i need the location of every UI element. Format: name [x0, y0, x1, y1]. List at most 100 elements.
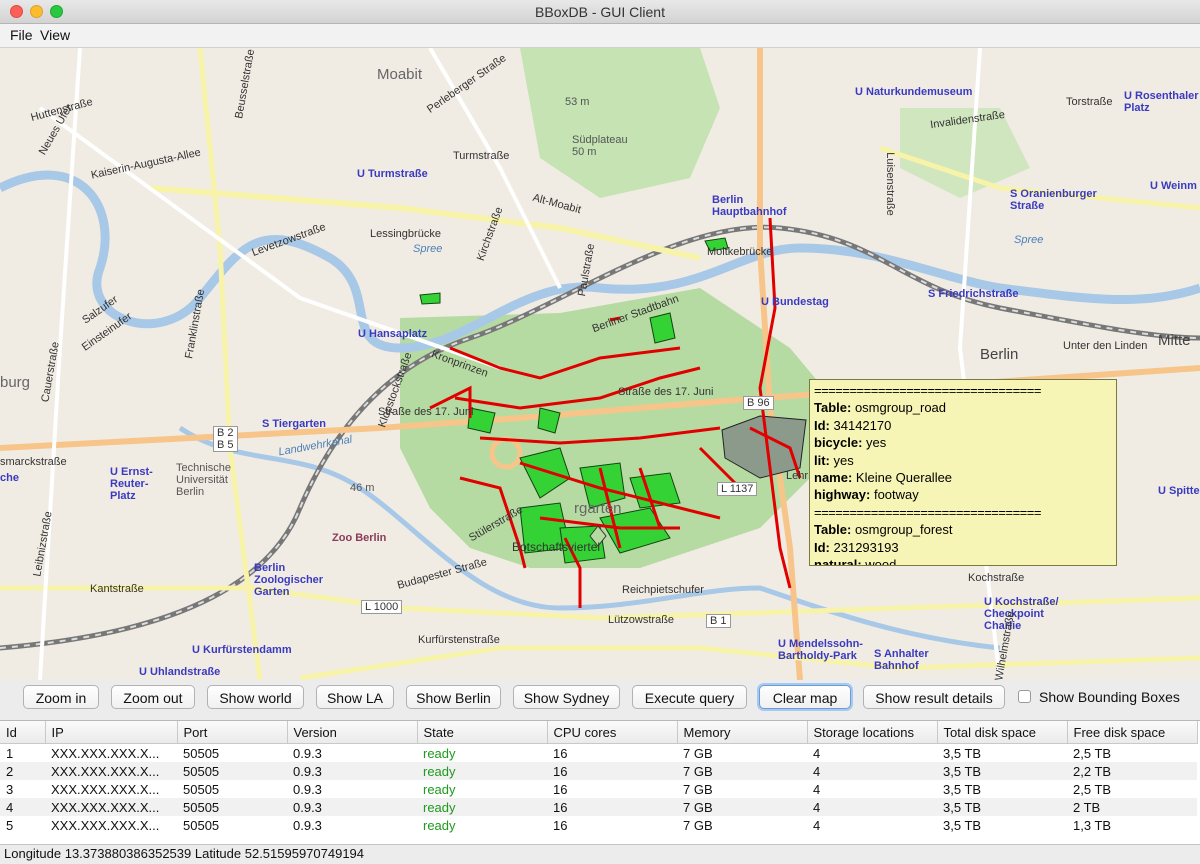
label-turmstrasse-station: U Turmstraße — [357, 168, 428, 180]
cell-id: 5 — [6, 817, 14, 833]
cell-port: 50505 — [177, 762, 287, 780]
cell-cpu-cores: 16 — [547, 798, 677, 816]
table-row[interactable]: 3 XXX.XXX.XXX.X... 50505 0.9.3 ready 16 … — [0, 780, 1197, 798]
cell-total-disk-space: 3,5 TB — [937, 762, 1067, 780]
zoom-in-button[interactable]: Zoom in — [23, 685, 99, 709]
cell-memory: 7 GB — [683, 817, 713, 833]
label-mitte: Mitte — [1158, 332, 1191, 349]
label-zoologischer-garten: Berlin Zoologischer Garten — [254, 562, 324, 598]
table-row[interactable]: 4 XXX.XXX.XXX.X... 50505 0.9.3 ready 16 … — [0, 798, 1197, 816]
label-rosenthaler: U Rosenthaler Platz — [1124, 90, 1199, 114]
cell-version: 0.9.3 — [287, 762, 417, 780]
column-header-storage-locations[interactable]: Storage locations — [807, 721, 938, 744]
cell-port: 50505 — [183, 817, 220, 833]
cell-storage-locations: 4 — [807, 798, 937, 816]
column-header-memory[interactable]: Memory — [677, 721, 808, 744]
cell-storage-locations: 4 — [813, 781, 821, 797]
label-uhlandstrasse: U Uhlandstraße — [139, 666, 221, 678]
show-world-button[interactable]: Show world — [207, 685, 304, 709]
label-luisenstrasse: Luisenstraße — [883, 152, 896, 216]
label-berlin: Berlin — [980, 346, 1019, 363]
cell-id: 1 — [6, 745, 14, 761]
column-header-state[interactable]: State — [417, 721, 548, 744]
menu-view[interactable]: View — [40, 27, 70, 43]
label-bundestag: U Bundestag — [761, 296, 829, 308]
label-moltkebruecke: Moltkebrücke — [707, 246, 773, 258]
show-bounding-boxes-checkbox[interactable] — [1018, 690, 1031, 703]
cell-state: ready — [417, 762, 547, 780]
tooltip-entry-1-bicycle: bicycle: yes — [814, 435, 887, 451]
query-result-tooltip: ================================ Table: … — [809, 379, 1117, 566]
label-b1: B 1 — [706, 614, 731, 628]
server-table-grid: Id IP Port Version State CPU cores Memor… — [0, 721, 1198, 834]
label-naturkundemuseum: U Naturkundemuseum — [855, 86, 973, 98]
cell-cpu-cores: 16 — [553, 817, 568, 833]
table-row[interactable]: 5 XXX.XXX.XXX.X... 50505 0.9.3 ready 16 … — [0, 816, 1197, 834]
column-header-version[interactable]: Version — [287, 721, 418, 744]
label-spree-east: Spree — [1014, 234, 1044, 246]
cell-ip: XXX.XXX.XXX.X... — [51, 781, 160, 797]
label-lessingbruecke: Lessingbrücke — [370, 228, 441, 240]
cell-storage-locations: 4 — [807, 762, 937, 780]
cell-memory: 7 GB — [683, 745, 713, 761]
cell-ip: XXX.XXX.XXX.X... — [45, 798, 177, 816]
tooltip-entry-2-table: Table: osmgroup_forest — [814, 522, 953, 538]
tooltip-entry-1-highway: highway: footway — [814, 487, 919, 503]
map-view[interactable]: Moabit U Naturkundemuseum U Rosenthaler … — [0, 48, 1200, 680]
cell-free-disk-space: 2,5 TB — [1073, 781, 1112, 797]
label-luetzowstrasse: Lützowstraße — [608, 614, 675, 626]
label-kochstrasse: U Kochstraße/ Checkpoint Charlie — [984, 596, 1059, 632]
show-bounding-boxes-label[interactable]: Show Bounding Boxes — [1039, 689, 1180, 705]
label-l1000: L 1000 — [361, 600, 403, 614]
park-north — [520, 48, 720, 198]
cell-state: ready — [423, 745, 456, 761]
show-la-button[interactable]: Show LA — [316, 685, 394, 709]
cell-ip: XXX.XXX.XXX.X... — [51, 745, 160, 761]
tooltip-entry-1-id: Id: 34142170 — [814, 417, 892, 433]
cell-total-disk-space: 3,5 TB — [943, 781, 982, 797]
cell-ip: XXX.XXX.XXX.X... — [45, 762, 177, 780]
label-turmstrasse-street: Turmstraße — [453, 150, 510, 162]
label-lehr: Lehr — [786, 470, 809, 482]
label-kurfuerstenstrasse: Kurfürstenstraße — [418, 634, 500, 646]
column-header-cpu-cores[interactable]: CPU cores — [547, 721, 678, 744]
cell-memory: 7 GB — [683, 781, 713, 797]
label-46m: 46 m — [350, 482, 375, 494]
label-che: che — [0, 472, 19, 484]
label-tiergarten-station: S Tiergarten — [262, 418, 326, 430]
label-strasse-17-juni-east: Straße des 17. Juni — [618, 386, 714, 398]
server-table: Id IP Port Version State CPU cores Memor… — [0, 720, 1200, 844]
label-tu-berlin: Technische Universität Berlin — [176, 462, 232, 498]
label-l1137: L 1137 — [717, 482, 758, 496]
cell-version: 0.9.3 — [293, 817, 322, 833]
column-header-ip[interactable]: IP — [45, 721, 178, 744]
cell-free-disk-space: 2,2 TB — [1067, 762, 1197, 780]
status-bar: Longitude 13.373880386352539 Latitude 52… — [0, 844, 1200, 864]
label-unter-den-linden: Unter den Linden — [1063, 340, 1148, 352]
clear-map-button[interactable]: Clear map — [759, 685, 851, 709]
column-header-free-disk-space[interactable]: Free disk space — [1067, 721, 1198, 744]
table-row[interactable]: 2 XXX.XXX.XXX.X... 50505 0.9.3 ready 16 … — [0, 762, 1197, 780]
label-mendelssohn: U Mendelssohn-Bartholdy-Park — [778, 638, 863, 662]
show-sydney-button[interactable]: Show Sydney — [513, 685, 620, 709]
column-header-port[interactable]: Port — [177, 721, 288, 744]
cell-state: ready — [423, 781, 456, 797]
tooltip-separator: ================================ — [814, 383, 1041, 398]
menu-file[interactable]: File — [10, 27, 33, 43]
label-anhalter-bahnhof: S Anhalter Bahnhof — [874, 648, 929, 672]
show-result-details-button[interactable]: Show result details — [863, 685, 1005, 709]
label-reichpietschufer: Reichpietschufer — [622, 584, 704, 596]
label-suedplateau: Südplateau 50 m — [572, 134, 628, 158]
cell-port: 50505 — [183, 745, 220, 761]
table-row[interactable]: 1 XXX.XXX.XXX.X... 50505 0.9.3 ready 16 … — [0, 744, 1197, 763]
label-b2b5: B 2 B 5 — [213, 426, 238, 452]
show-berlin-button[interactable]: Show Berlin — [406, 685, 501, 709]
zoom-out-button[interactable]: Zoom out — [111, 685, 195, 709]
label-kurfuerstendamm: U Kurfürstendamm — [192, 644, 292, 656]
cell-total-disk-space: 3,5 TB — [943, 817, 982, 833]
column-header-id[interactable]: Id — [0, 721, 46, 744]
column-header-total-disk-space[interactable]: Total disk space — [937, 721, 1068, 744]
label-hansaplatz: U Hansaplatz — [358, 328, 428, 340]
execute-query-button[interactable]: Execute query — [632, 685, 747, 709]
label-spree-west: Spree — [413, 243, 443, 255]
